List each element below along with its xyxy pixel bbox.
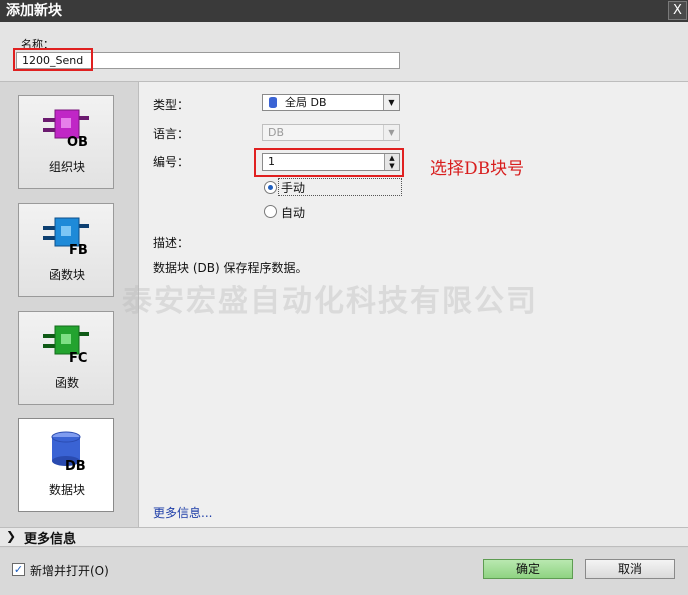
block-type-fb-button[interactable]: FB 函数块 [18,203,114,297]
cancel-button[interactable]: 取消 [585,559,675,579]
svg-text:DB: DB [65,459,86,471]
title-bar [0,0,688,22]
function-block-icon: FB [43,217,89,256]
ok-button[interactable]: 确定 [483,559,573,579]
more-info-bar-label[interactable]: 更多信息 [24,528,76,547]
language-select: DB ▼ [262,124,400,141]
block-type-db-button[interactable]: DB 数据块 [18,418,114,512]
block-type-ob-button[interactable]: OB 组织块 [18,95,114,189]
chevron-right-icon[interactable]: ❯ [6,529,16,543]
chevron-down-icon: ▼ [383,125,399,140]
auto-radio[interactable] [264,205,277,218]
type-label: 类型： [153,98,190,112]
more-info-bar[interactable] [0,527,688,547]
function-icon: FC [43,325,89,364]
number-highlight-box [254,148,404,177]
add-and-open-checkbox[interactable]: ✓ [12,563,25,576]
tile-label-db: 数据块 [48,483,85,497]
manual-radio[interactable] [264,181,277,194]
tile-label-fb: 函数块 [48,268,85,282]
annotation-text: 选择DB块号 [430,159,525,179]
description-text: 数据块 (DB) 保存程序数据。 [153,261,308,275]
svg-text:OB: OB [67,135,88,148]
type-select[interactable]: 全局 DB ▼ [262,94,400,111]
db-icon [269,97,277,108]
chevron-down-icon[interactable]: ▼ [383,95,399,110]
more-info-link[interactable]: 更多信息... [153,504,212,521]
svg-text:FB: FB [69,243,88,256]
dialog-title: 添加新块 [6,3,62,19]
watermark: 泰安宏盛自动化科技有限公司 [122,284,538,319]
name-highlight-box [13,48,93,71]
tile-label-ob: 组织块 [48,160,85,174]
block-type-fc-button[interactable]: FC 函数 [18,311,114,405]
data-block-icon: DB [51,431,86,471]
organization-block-icon: OB [43,109,89,148]
close-button[interactable]: X [668,1,687,20]
svg-text:FC: FC [69,351,87,364]
type-value: 全局 DB [285,96,327,109]
manual-radio-label[interactable]: 手动 [281,179,305,196]
description-label: 描述： [153,236,190,250]
add-and-open-label[interactable]: 新增并打开(O) [30,562,109,579]
auto-radio-label[interactable]: 自动 [281,204,305,221]
language-value: DB [268,126,285,139]
language-label: 语言： [153,127,190,141]
tile-label-fc: 函数 [54,376,79,390]
number-label: 编号： [153,155,190,169]
